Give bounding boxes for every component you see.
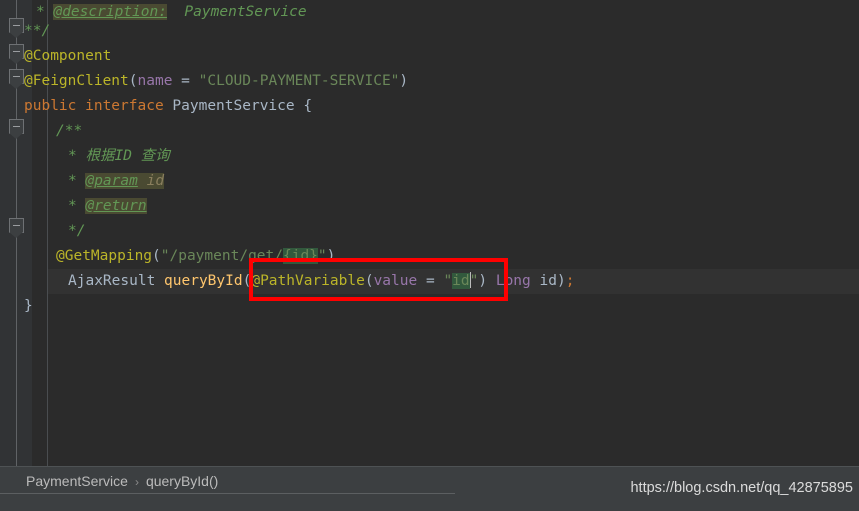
code-token: name [137,73,173,89]
code-line[interactable]: @GetMapping("/payment/get/{id}") [56,244,335,269]
code-token: * [68,198,86,214]
watermark-url: https://blog.csdn.net/qq_42875895 [630,480,853,496]
code-token: @param [85,173,138,189]
code-token: @GetMapping [56,248,153,264]
code-line[interactable]: AjaxResult queryById(@PathVariable(value… [68,269,574,294]
breadcrumb-separator-icon: › [134,475,139,489]
code-token: Long [495,273,531,289]
code-token: @return [85,198,147,214]
code-line[interactable]: * @return [68,194,147,219]
code-token: id [137,173,165,189]
code-token: @description: [53,4,167,20]
code-token: ) [326,248,336,264]
code-token: /** [56,123,83,139]
code-line[interactable]: * @param id [68,169,165,194]
code-editor[interactable]: * @description: PaymentService **/@Compon… [0,0,859,466]
code-token: PaymentService [172,98,304,114]
code-token: id [452,273,470,289]
code-token: id [530,273,557,289]
code-token: * [68,173,86,189]
code-token: " [317,248,327,264]
code-token: ) [399,73,409,89]
code-line[interactable]: @FeignClient(name = "CLOUD-PAYMENT-SERVI… [24,69,408,94]
code-token: = [172,73,199,89]
code-token: " [443,273,453,289]
code-line[interactable]: */ [68,219,85,244]
code-line[interactable]: /** [56,119,82,144]
code-line[interactable]: public interface PaymentService { [24,94,312,119]
code-token: @PathVariable [251,273,365,289]
code-token: "/payment/get/ [160,248,283,264]
ide-screenshot: * @description: PaymentService **/@Compon… [0,0,859,511]
status-bar [0,494,859,511]
code-token: ; [565,273,575,289]
code-token: ( [128,73,138,89]
code-token: ) [556,273,566,289]
code-token: * [36,4,54,20]
code-text-layer[interactable]: * @description: PaymentService **/@Compon… [0,0,859,466]
code-token: { [303,98,313,114]
breadcrumb-item[interactable]: queryById() [146,473,218,489]
code-token: PaymentService [166,4,307,20]
code-token: "CLOUD-PAYMENT-SERVICE" [198,73,400,89]
code-token: ) [478,273,496,289]
code-token: @FeignClient [24,73,129,89]
code-token: } [24,298,33,314]
breadcrumb-item[interactable]: PaymentService [26,473,128,489]
breadcrumb[interactable]: PaymentService › queryById() [26,467,218,495]
code-token: **/ [24,23,51,39]
code-line[interactable]: @Component [24,44,111,69]
code-line[interactable]: **/ [24,19,50,44]
code-token: */ [68,223,86,239]
code-token: {id} [282,248,318,264]
code-line[interactable]: * @description: PaymentService [36,0,307,25]
code-token: ( [364,273,374,289]
code-token: * 根据ID 查询 [68,148,170,164]
code-token: ( [152,248,161,264]
code-line[interactable]: * 根据ID 查询 [68,144,170,169]
code-line[interactable]: } [24,294,33,319]
code-token: = [417,273,444,289]
code-token: AjaxResult [68,273,165,289]
code-token: queryById [164,273,243,289]
code-token: @Component [24,48,112,64]
code-token: public interface [24,98,173,114]
code-token: value [373,273,418,289]
